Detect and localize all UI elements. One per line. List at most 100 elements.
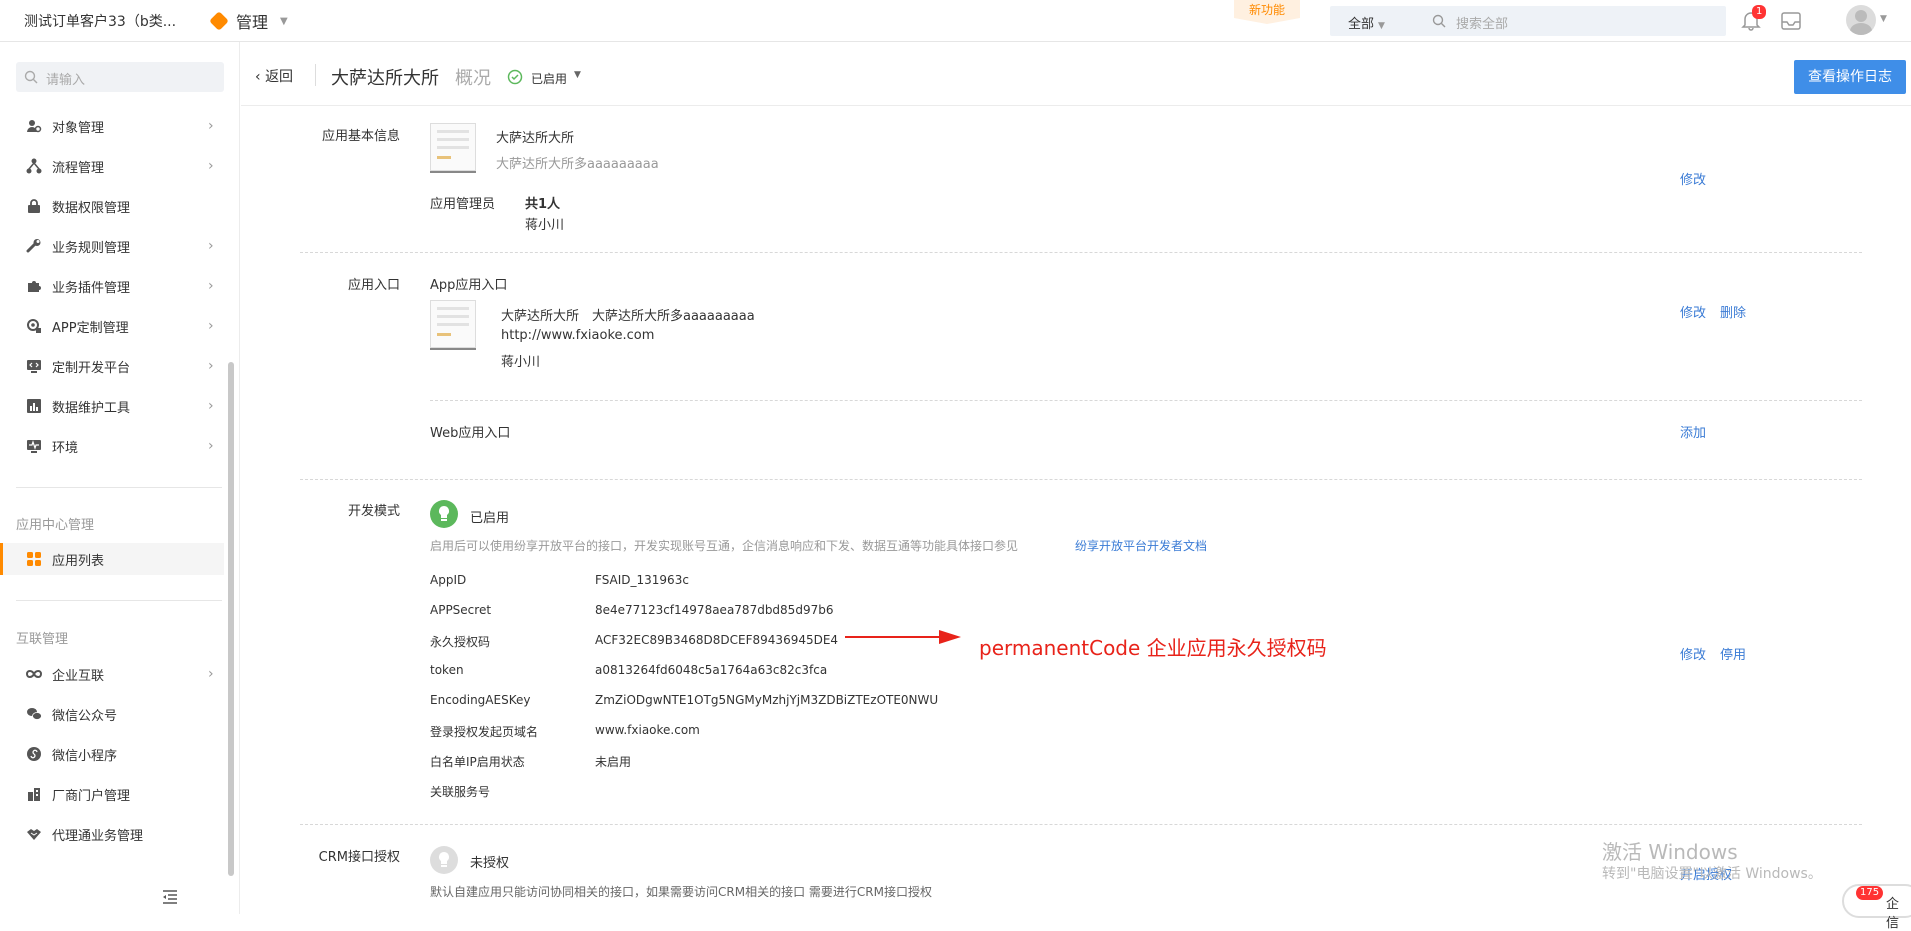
search-icon bbox=[24, 70, 38, 84]
manage-logo-icon bbox=[209, 11, 229, 31]
field-value-ip-whitelist: 未启用 bbox=[595, 755, 632, 769]
view-operation-log-button[interactable]: 查看操作日志 bbox=[1794, 60, 1906, 94]
field-value-permanent-code: ACF32EC89B3468D8DCEF89436945DE4 bbox=[595, 633, 839, 647]
sidebar-item-label: 数据维护工具 bbox=[52, 400, 131, 416]
sidebar-item-enterprise-interconnect[interactable]: 企业互联 › bbox=[0, 658, 224, 690]
back-label: 返回 bbox=[265, 69, 294, 85]
chevron-down-icon: ▼ bbox=[280, 15, 288, 27]
sidebar-item-label: 代理通业务管理 bbox=[52, 828, 144, 844]
sidebar-scrollbar[interactable] bbox=[228, 362, 234, 876]
bulb-enabled-icon bbox=[430, 500, 458, 528]
admin-name: 蒋小川 bbox=[525, 218, 565, 233]
add-web-entry-link[interactable]: 添加 bbox=[1680, 422, 1706, 441]
sidebar-search[interactable]: 请输入 bbox=[16, 62, 224, 92]
notification-badge: 1 bbox=[1752, 5, 1767, 19]
sidebar-item-business-plugins[interactable]: 业务插件管理 › bbox=[0, 270, 224, 302]
sidebar-item-custom-dev-platform[interactable]: 定制开发平台 › bbox=[0, 350, 224, 382]
edit-basic-link[interactable]: 修改 bbox=[1680, 169, 1706, 188]
collapse-sidebar-icon[interactable] bbox=[162, 890, 178, 904]
crm-description: 默认自建应用只能访问协同相关的接口，如果需要访问CRM相关的接口 需要进行CRM… bbox=[430, 885, 932, 899]
section-label-dev-mode: 开发模式 bbox=[347, 504, 400, 519]
sidebar-item-label: 对象管理 bbox=[52, 120, 105, 136]
chat-label: 企信 bbox=[1886, 897, 1900, 931]
entry-thumbnail bbox=[430, 300, 476, 348]
section-label-basic-info: 应用基本信息 bbox=[321, 129, 400, 144]
puzzle-icon bbox=[28, 281, 41, 292]
back-button[interactable]: ‹ 返回 bbox=[255, 66, 293, 86]
developer-doc-link[interactable]: 纷享开放平台开发者文档 bbox=[1075, 537, 1207, 554]
sidebar-item-label: 业务规则管理 bbox=[52, 240, 131, 256]
chevron-down-icon: ▼ bbox=[1378, 21, 1385, 31]
search-scope-select[interactable]: 全部 ▼ bbox=[1348, 13, 1385, 32]
search-input[interactable]: 搜索全部 bbox=[1456, 13, 1508, 32]
manage-menu[interactable]: 管理 ▼ bbox=[209, 9, 288, 33]
sidebar-item-flow-management[interactable]: 流程管理 › bbox=[0, 150, 224, 182]
check-circle-icon bbox=[507, 69, 523, 85]
chevron-right-icon: › bbox=[208, 118, 214, 134]
sidebar-item-object-management[interactable]: 对象管理 › bbox=[0, 110, 224, 142]
dev-description: 启用后可以使用纷享开放平台的接口，开发实现账号互通，企信消息响应和下发、数据互通… bbox=[430, 539, 1019, 553]
field-label-appsecret: APPSecret bbox=[430, 603, 492, 617]
app-thumbnail bbox=[430, 123, 476, 171]
sidebar-item-app-list[interactable]: 应用列表 bbox=[0, 543, 224, 575]
edit-entry-link[interactable]: 修改 bbox=[1680, 302, 1706, 321]
global-search[interactable]: 全部 ▼ 搜索全部 bbox=[1330, 6, 1726, 36]
miniprogram-icon bbox=[27, 747, 41, 761]
admin-count: 共1人 bbox=[525, 197, 561, 212]
chevron-down-icon[interactable]: ▼ bbox=[1880, 14, 1887, 24]
sidebar-item-label: 定制开发平台 bbox=[52, 360, 131, 376]
sidebar-divider bbox=[16, 487, 222, 488]
annotation-arrow bbox=[845, 630, 961, 644]
manage-label: 管理 bbox=[236, 13, 269, 32]
windows-activation-watermark: 激活 Windows bbox=[1602, 840, 1738, 864]
chevron-right-icon: › bbox=[208, 238, 214, 254]
sidebar-item-agent-business[interactable]: 代理通业务管理 bbox=[0, 818, 224, 850]
app-description: 大萨达所大所多aaaaaaaaa bbox=[496, 157, 659, 172]
entry-owner: 蒋小川 bbox=[501, 355, 541, 370]
sidebar-item-environment[interactable]: 环境 › bbox=[0, 430, 224, 462]
status-select[interactable]: 已启用 bbox=[531, 70, 567, 87]
chevron-down-icon[interactable]: ▼ bbox=[574, 70, 581, 80]
section-divider bbox=[300, 252, 1862, 253]
chevron-right-icon: › bbox=[208, 358, 214, 374]
delete-entry-link[interactable]: 删除 bbox=[1720, 302, 1746, 321]
sidebar-item-wechat-miniprogram[interactable]: 微信小程序 bbox=[0, 738, 224, 770]
field-label-appid: AppID bbox=[430, 573, 467, 587]
search-icon bbox=[1432, 14, 1446, 28]
sidebar-search-input[interactable]: 请输入 bbox=[46, 69, 85, 88]
section-label-entry: 应用入口 bbox=[347, 278, 400, 293]
bulb-disabled-icon bbox=[430, 846, 458, 874]
chevron-right-icon: › bbox=[208, 398, 214, 414]
chat-unread-badge: 175 bbox=[1856, 886, 1884, 900]
entry-description: 大萨达所大所多aaaaaaaaa bbox=[592, 309, 755, 324]
crm-status: 未授权 bbox=[470, 856, 510, 871]
sidebar-item-business-rules[interactable]: 业务规则管理 › bbox=[0, 230, 224, 262]
field-label-login-domain: 登录授权发起页域名 bbox=[430, 725, 539, 739]
sidebar-item-vendor-portal[interactable]: 厂商门户管理 bbox=[0, 778, 224, 810]
sidebar-item-label: 环境 bbox=[52, 440, 79, 456]
new-feature-badge[interactable]: 新功能 bbox=[1234, 0, 1300, 24]
sidebar-item-data-maintenance[interactable]: 数据维护工具 › bbox=[0, 390, 224, 422]
sidebar-item-label: 厂商门户管理 bbox=[52, 788, 131, 804]
app-name: 大萨达所大所 bbox=[496, 131, 575, 146]
web-entry-label: Web应用入口 bbox=[430, 426, 511, 441]
page-title: 大萨达所大所 bbox=[331, 68, 439, 89]
field-label-ip-whitelist: 白名单IP启用状态 bbox=[430, 755, 525, 769]
disable-dev-link[interactable]: 停用 bbox=[1720, 644, 1746, 663]
sidebar-divider bbox=[16, 600, 222, 601]
entry-name: 大萨达所大所 bbox=[501, 309, 580, 324]
avatar[interactable] bbox=[1846, 5, 1876, 35]
app-entry-label: App应用入口 bbox=[430, 278, 508, 293]
inbox-icon[interactable] bbox=[1780, 10, 1802, 32]
sidebar-item-wechat-official[interactable]: 微信公众号 bbox=[0, 698, 224, 730]
chevron-right-icon: › bbox=[208, 158, 214, 174]
sidebar-item-app-customization[interactable]: APP定制管理 › bbox=[0, 310, 224, 342]
building-icon bbox=[28, 788, 40, 801]
sidebar-item-data-permission[interactable]: 数据权限管理 bbox=[0, 190, 224, 222]
tenant-name[interactable]: 测试订单客户33（b类... bbox=[24, 11, 176, 31]
app-gear-icon bbox=[27, 319, 41, 333]
chart-icon bbox=[27, 399, 41, 413]
chevron-right-icon: › bbox=[208, 318, 214, 334]
edit-dev-link[interactable]: 修改 bbox=[1680, 644, 1706, 663]
overview-tab[interactable]: 概况 bbox=[455, 64, 491, 90]
